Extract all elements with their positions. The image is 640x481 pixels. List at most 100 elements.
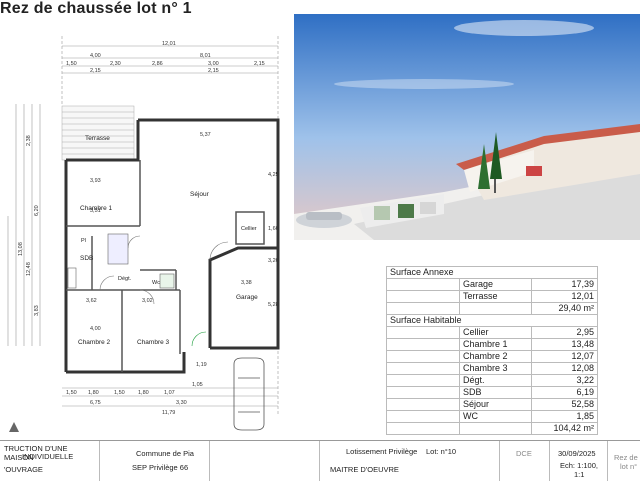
room-label-degt: Dégt. [118, 276, 132, 282]
cartouche-plan-name: Rez de lot n° [608, 441, 640, 481]
cartouche-commune: Commune de Pia SEP Privilège 66 [100, 441, 210, 481]
dim-left-3: 12,48 [26, 262, 32, 276]
ouvrage-label: 'OUVRAGE [4, 465, 43, 474]
render-3d-image [294, 14, 640, 240]
dim-top-row2-0: 1,50 [66, 61, 77, 67]
surface-annexe-total: 29,40 m² [530, 302, 599, 315]
cartouche-spacer [210, 441, 320, 481]
room-label-terrasse: Terrasse [85, 135, 110, 142]
row-label: Dégt. [459, 374, 532, 387]
table-row: Cellier 2,95 [386, 326, 599, 339]
scale-value: Ech: 1:100, [560, 461, 598, 470]
lot-label: Lot: n°10 [426, 447, 457, 456]
table-row: 104,42 m² [386, 422, 599, 435]
project-line2: INDIVIDUELLE [22, 452, 74, 461]
row-label: Cellier [459, 326, 532, 339]
floor-plan: Terrasse Séjour Chambre 1 Cellier Pl SDB… [7, 36, 280, 432]
cartouche-phase: DCE [500, 441, 550, 481]
dim-bottom-side-1: 1,19 [196, 362, 207, 368]
dim-top-right: 8,01 [200, 53, 211, 59]
date-value: 30/09/2025 [558, 449, 596, 458]
row-label: Chambre 3 [459, 362, 532, 375]
cartouche-project: TRUCTION D'UNE MAISON INDIVIDUELLE 'OUVR… [0, 441, 100, 481]
surface-habitable-total: 104,42 m² [530, 422, 599, 435]
dim-ch2-h: 4,00 [90, 326, 101, 332]
cartouche-lot: Lotissement Privilège Lot: n°10 MAITRE D… [320, 441, 500, 481]
dim-left-0: 2,38 [26, 135, 32, 146]
row-label: Garage [459, 278, 532, 291]
dim-bottom-row2-1: 3,30 [176, 400, 187, 406]
room-label-chambre2: Chambre 2 [78, 339, 111, 346]
dim-garage-w: 3,38 [241, 280, 252, 286]
plan-name-2: lot n° [620, 462, 638, 471]
surface-habitable-header: Surface Habitable [386, 314, 598, 327]
row-value: 2,95 [530, 326, 599, 339]
dim-left-4: 3,83 [34, 305, 40, 316]
surface-annexe-header: Surface Annexe [386, 266, 598, 279]
dim-left-1: 6,20 [34, 205, 40, 216]
row-value: 1,85 [530, 410, 599, 423]
surface-annexe-table: Surface Annexe Garage 17,39 Terrasse 12,… [386, 266, 599, 435]
row-value: 6,19 [530, 386, 599, 399]
room-label-garage: Garage [236, 294, 258, 301]
row-value: 12,07 [530, 350, 599, 363]
room-label-pl: Pl [81, 238, 86, 244]
phase-value: DCE [516, 449, 532, 458]
table-row: Garage 17,39 [386, 278, 599, 291]
row-label: Chambre 2 [459, 350, 532, 363]
table-row: 29,40 m² [386, 302, 599, 315]
table-row: Terrasse 12,01 [386, 290, 599, 303]
north-arrow-icon [9, 422, 19, 432]
dim-overall-top: 12,01 [162, 41, 176, 47]
dim-ch1-h: 3,51 [90, 208, 101, 214]
dim-top-row2-1: 2,30 [110, 61, 121, 67]
dim-sejour-h: 4,25 [268, 172, 279, 178]
dim-cellier-h: 1,60 [268, 226, 279, 232]
dim-top-row2-2: 2,86 [152, 61, 163, 67]
dim-bottom-row2-0: 6,75 [90, 400, 101, 406]
table-row: Chambre 2 12,07 [386, 350, 599, 363]
dim-bottom-row1-4: 1,07 [164, 390, 175, 396]
plan-name-1: Rez de [614, 453, 638, 462]
row-label: Terrasse [459, 290, 532, 303]
room-label-sdb: SDB [80, 255, 93, 262]
dim-garage-h: 5,28 [268, 302, 279, 308]
dim-top-left: 4,00 [90, 53, 101, 59]
room-label-wc: Wc [152, 280, 160, 286]
dim-bottom-row1-1: 1,80 [88, 390, 99, 396]
dim-sejour-w: 5,37 [200, 132, 211, 138]
table-row: Dégt. 3,22 [386, 374, 599, 387]
dim-top-row3-1: 2,15 [208, 68, 219, 74]
row-value: 3,22 [530, 374, 599, 387]
dim-left-2: 13,08 [18, 242, 24, 256]
dim-bottom-row1-0: 1,50 [66, 390, 77, 396]
room-label-cellier: Cellier [241, 226, 257, 232]
maitre-oeuvre-label: MAITRE D'OEUVRE [330, 465, 399, 474]
dim-bottom-overall: 11,79 [162, 410, 175, 416]
table-row: Séjour 52,58 [386, 398, 599, 411]
surface-tables: Surface Annexe Garage 17,39 Terrasse 12,… [386, 266, 599, 435]
row-label: WC [459, 410, 532, 423]
dim-bottom-row1-3: 1,80 [138, 390, 149, 396]
row-value: 17,39 [530, 278, 599, 291]
dim-top-row3-0: 2,15 [90, 68, 101, 74]
table-row: WC 1,85 [386, 410, 599, 423]
dim-ch3-w: 3,02 [142, 298, 153, 304]
maitre-ouvrage-value: SEP Privilège 66 [132, 463, 189, 472]
dim-ch2-w: 3,62 [86, 298, 97, 304]
row-label: Chambre 1 [459, 338, 532, 351]
room-label-sejour: Séjour [190, 191, 210, 198]
table-row: Chambre 3 12,08 [386, 362, 599, 375]
scale-value-2: 1:1 [574, 470, 585, 479]
dim-bottom-side-0: 1,05 [192, 382, 203, 388]
cartouche-date: 30/09/2025 Ech: 1:100, 1:1 [550, 441, 608, 481]
dim-v1: 3,20 [268, 258, 279, 264]
room-label-chambre3: Chambre 3 [137, 339, 170, 346]
row-label: Séjour [459, 398, 532, 411]
table-row: SDB 6,19 [386, 386, 599, 399]
row-value: 13,48 [530, 338, 599, 351]
dim-bottom-row1-2: 1,50 [114, 390, 125, 396]
row-value: 12,01 [530, 290, 599, 303]
row-label: SDB [459, 386, 532, 399]
dim-top-row2-4: 2,15 [254, 61, 265, 67]
